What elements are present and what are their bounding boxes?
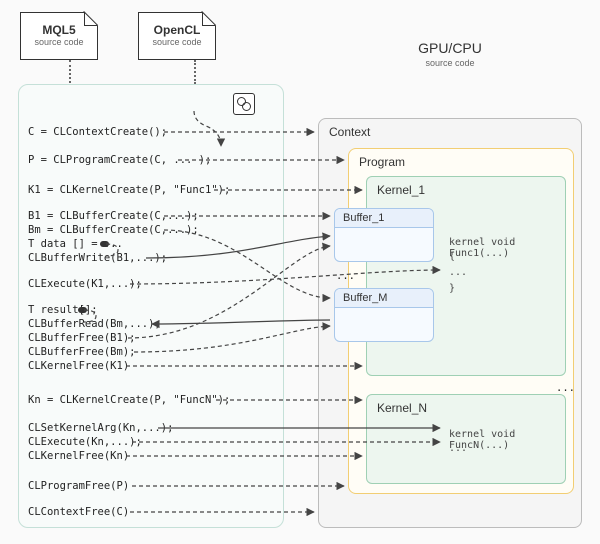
- gpucpu-sub: source code: [390, 58, 510, 68]
- kernel1-code-l3: ...: [449, 267, 467, 278]
- program-label: Program: [359, 155, 405, 169]
- code-buffercreate-1: B1 = CLBufferCreate(C,...);: [28, 210, 199, 222]
- kernel-n-box: Kernel_N kernel void FuncN(...) ...: [366, 394, 566, 484]
- file-fold-icon: [84, 12, 98, 26]
- code-programcreate: P = CLProgramCreate(C, ... );: [28, 154, 211, 166]
- code-kernelfree-n: CLKernelFree(Kn): [28, 450, 129, 462]
- code-bufferfree-1: CLBufferFree(B1);: [28, 332, 135, 344]
- code-execute-1: CLExecute(K1,...);: [28, 278, 142, 290]
- code-tresult: T result[];: [28, 304, 98, 316]
- buffer-m-box: Buffer_M: [334, 288, 434, 342]
- gpucpu-title: GPU/CPU: [390, 40, 510, 56]
- mql5-file-box: MQL5 source code: [20, 12, 98, 60]
- result-blob-icon: [78, 307, 87, 313]
- kernel-n-label: Kernel_N: [377, 401, 427, 415]
- code-execute-n: CLExecute(Kn,...);: [28, 436, 142, 448]
- context-label: Context: [329, 125, 370, 139]
- connector: [69, 60, 71, 83]
- opencl-file-box: OpenCL source code: [138, 12, 216, 60]
- kernel-1-box: Kernel_1 kernel void Func1(...) { ... }: [366, 176, 566, 376]
- code-buffercreate-m: Bm = CLBufferCreate(C,...);: [28, 224, 199, 236]
- kernel1-code-l4: }: [449, 283, 455, 294]
- kernel1-code-l1: kernel void Func1(...): [449, 237, 565, 259]
- code-programfree: CLProgramFree(P): [28, 480, 129, 492]
- mql5-sub: source code: [21, 37, 97, 47]
- buffer-1-box: Buffer_1: [334, 208, 434, 262]
- code-kernelcreate-1: K1 = CLKernelCreate(P, "Func1");: [28, 184, 230, 196]
- kernel1-code-l2: {: [449, 251, 455, 262]
- buffer-m-label: Buffer_M: [335, 289, 433, 308]
- kerneln-code-l2: ...: [449, 443, 467, 454]
- opencl-sub: source code: [139, 37, 215, 47]
- kernel-1-label: Kernel_1: [377, 183, 425, 197]
- kernel-ellipsis: ...: [556, 382, 575, 394]
- file-fold-icon: [202, 12, 216, 26]
- code-contextfree: CLContextFree(C): [28, 506, 129, 518]
- buffer-ellipsis: ...: [336, 270, 355, 282]
- connector: [194, 60, 196, 84]
- data-blob-icon: [100, 241, 109, 247]
- code-bufferread: CLBufferRead(Bm,...);: [28, 318, 161, 330]
- diagram-canvas: MQL5 source code OpenCL source code GPU/…: [0, 0, 600, 544]
- code-setkernelarg: CLSetKernelArg(Kn,...);: [28, 422, 173, 434]
- code-kernelfree-1: CLKernelFree(K1): [28, 360, 129, 372]
- code-contextcreate: C = CLContextCreate();: [28, 126, 167, 138]
- buffer-1-label: Buffer_1: [335, 209, 433, 228]
- code-bufferfree-m: CLBufferFree(Bm);: [28, 346, 135, 358]
- opencl-puzzle-icon: [233, 93, 255, 115]
- code-bufferwrite: CLBufferWrite(B1,...);: [28, 252, 167, 264]
- code-kernelcreate-n: Kn = CLKernelCreate(P, "FuncN");: [28, 394, 230, 406]
